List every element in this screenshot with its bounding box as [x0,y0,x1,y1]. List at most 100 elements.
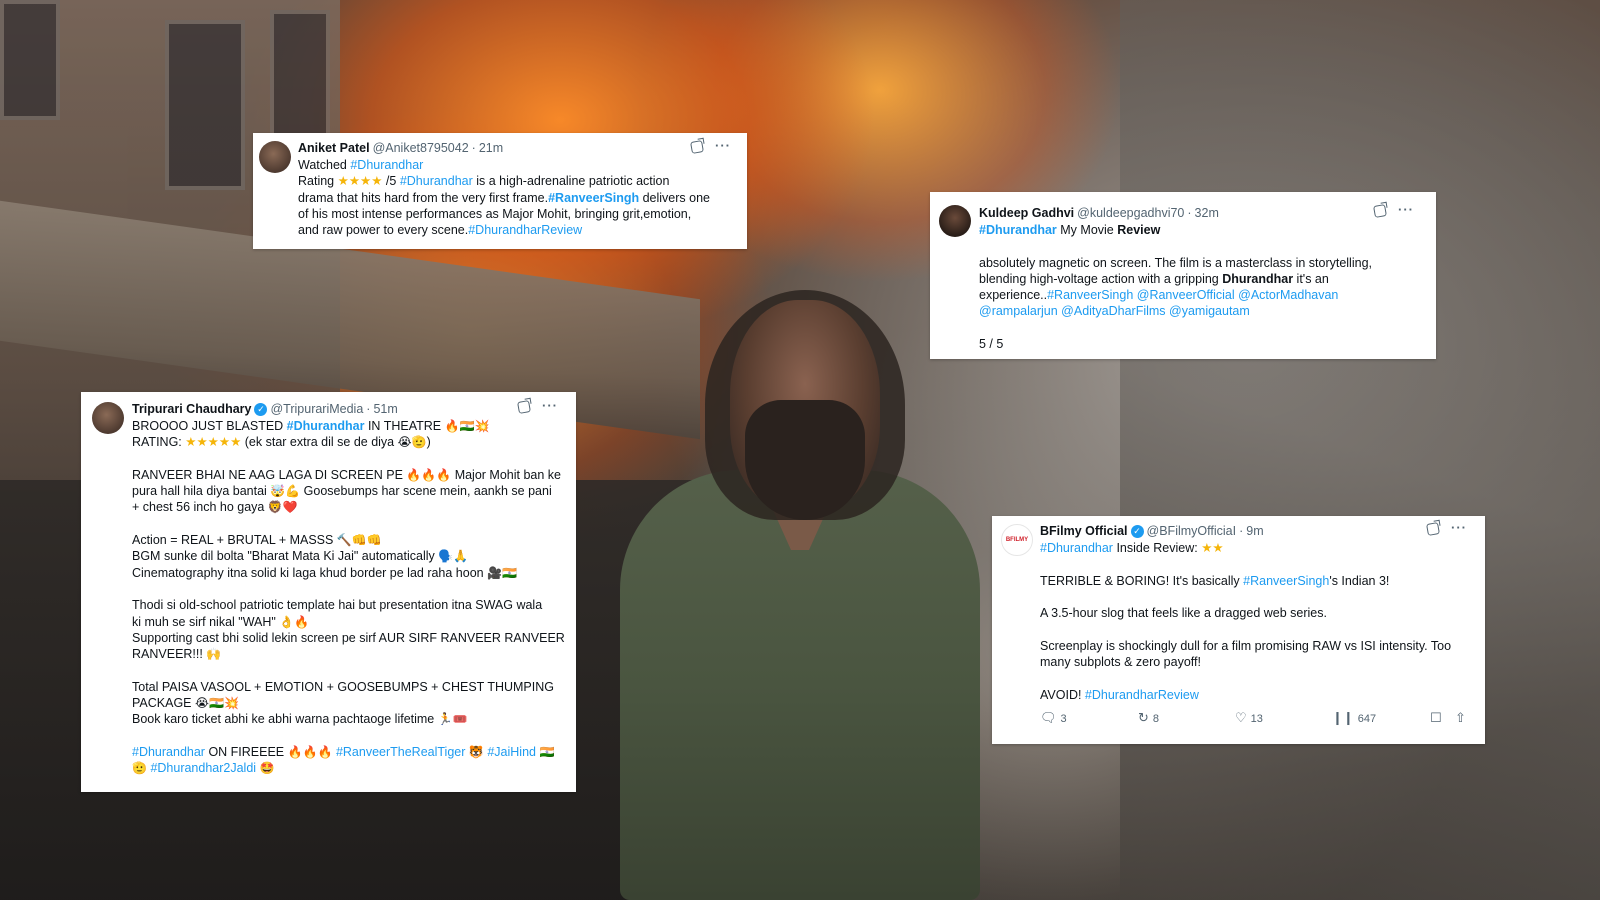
tweet-text: ki muh se sirf nikal "WAH" [132,614,280,629]
author-name[interactable]: Kuldeep Gadhvi [979,205,1074,221]
tweet-body: Watched #Dhurandhar Rating ★★★★ /5 #Dhur… [298,157,738,238]
tweet-card-bfilmy[interactable]: BFILMY BFilmy Official ✓ @BFilmyOfficiaI… [992,516,1485,744]
hashtag-link[interactable]: #Dhurandhar [287,419,365,433]
author-name[interactable]: Aniket Patel [298,140,370,156]
tweet-text: it's an [1293,271,1329,286]
hashtag-link[interactable]: #Dhurandhar2Jaldi [150,761,256,775]
tweet-body: BROOOO JUST BLASTED #Dhurandhar IN THEAT… [132,418,572,777]
like-button[interactable]: ♡ 13 [1235,711,1263,727]
hashtag-link[interactable]: #DhurandharReview [1085,688,1199,702]
emoji: 🗣️🙏 [438,549,469,564]
share-button[interactable]: ⇧ [1455,711,1466,727]
hashtag-link[interactable]: #Dhurandhar [132,745,205,759]
emoji: 🫡 [132,761,147,776]
tweet-text-bold: Dhurandhar [1222,271,1294,286]
hashtag-link[interactable]: #RanveerSingh [1243,574,1329,588]
tweet-text: Supporting cast bhi solid lekin screen p… [132,630,565,645]
hashtag-link[interactable]: #Dhurandhar [400,174,473,188]
tweet-header-actions: ··· [517,399,558,414]
tweet-body: #Dhurandhar My Movie Review absolutely m… [979,222,1429,352]
tweet-text: Screenplay is shockingly dull for a film… [1040,638,1452,653]
emoji: 🐯 [468,744,484,759]
author-handle[interactable]: @TripurariMedia [270,401,363,417]
timestamp[interactable]: 21m [479,140,503,156]
tweet-text: of his most intense performances as Majo… [298,206,692,221]
timestamp[interactable]: 32m [1195,205,1219,221]
emoji: 😭🇮🇳💥 [194,696,239,711]
verified-badge-icon: ✓ [254,402,268,416]
author-name[interactable]: BFilmy Official [1040,523,1128,539]
man-beard [745,400,865,520]
emoji: 🤯💪 [270,484,301,499]
emoji: 🔨👊👊 [336,533,382,548]
tweet-text: RANVEER BHAI NE AAG LAGA DI SCREEN PE [132,467,407,482]
hashtag-link[interactable]: #RanveerTheRealTiger [336,745,465,759]
grok-icon[interactable] [690,140,704,154]
hashtag-link[interactable]: #Dhurandhar [350,158,423,172]
emoji: 🔥🔥🔥 [287,744,333,759]
tweet-header: Aniket Patel @Aniket8795042 · 21m [298,140,503,156]
tweet-text: pura hall hila diya bantai [132,484,271,499]
author-name[interactable]: Tripurari Chaudhary [132,401,251,417]
author-handle[interactable]: @kuldeepgadhvi70 [1077,205,1184,221]
grok-icon[interactable] [1426,522,1440,536]
mention-links[interactable]: #RanveerSingh @RanveerOfficial @ActorMad… [1047,288,1338,302]
tweet-header-actions: ··· [1373,203,1414,218]
tweet-text: blending high-voltage action with a grip… [979,271,1223,286]
avatar[interactable] [939,205,971,237]
hashtag-link[interactable]: #Dhurandhar [1040,541,1113,555]
share-icon: ⇧ [1455,710,1466,726]
hashtag-link[interactable]: #JaiHind [487,745,536,759]
rating-text: 5 / 5 [979,337,1004,352]
more-options-icon[interactable]: ··· [542,399,558,413]
bookmark-button[interactable]: ☐ [1430,711,1442,727]
avatar[interactable]: BFILMY [1001,524,1033,556]
tweet-header: BFilmy Official ✓ @BFilmyOfficiaI · 9m [1040,523,1264,539]
views-button[interactable]: ❙❙ 647 [1332,711,1376,727]
view-count: 647 [1357,712,1377,725]
hashtag-link[interactable]: #DhurandharReview [468,223,582,237]
tweet-text: RANVEER!!! [132,647,207,662]
avatar[interactable] [259,141,291,173]
tweet-text: experience.. [979,288,1048,303]
author-handle[interactable]: @BFilmyOfficiaI [1147,523,1237,539]
emoji: 🔥🇮🇳💥 [444,419,490,433]
tweet-card-kuldeep[interactable]: Kuldeep Gadhvi @kuldeepgadhvi70 · 32m ··… [930,192,1436,359]
hashtag-link[interactable]: #Dhurandhar [979,223,1057,237]
repost-button[interactable]: ↻ 8 [1138,711,1159,727]
avatar[interactable] [92,402,124,434]
mention-links[interactable]: @rampalarjun @AdityaDharFilms @yamigauta… [979,303,1429,319]
tweet-text: Rating [298,174,338,189]
separator-dot: · [471,141,476,155]
emoji: 🎥🇮🇳 [487,565,517,580]
tweet-text: + chest 56 inch ho gaya [132,500,268,515]
tweet-header: Kuldeep Gadhvi @kuldeepgadhvi70 · 32m [979,205,1219,221]
tweet-text: and raw power to every scene. [298,223,469,238]
more-options-icon[interactable]: ··· [1451,521,1467,535]
hashtag-link[interactable]: #RanveerSingh [548,191,639,205]
tweet-text: Inside Review: [1112,541,1202,555]
author-handle[interactable]: @Aniket8795042 [373,140,469,156]
reply-button[interactable]: 🗨 3 [1040,711,1067,727]
grok-icon[interactable] [1373,204,1387,218]
timestamp[interactable]: 51m [373,401,397,417]
timestamp[interactable]: 9m [1246,523,1263,539]
window [165,20,245,190]
window [0,0,60,120]
tweet-text: Goosebumps har scene mein, aankh se pani [300,484,552,499]
more-options-icon[interactable]: ··· [715,139,731,153]
tweet-card-tripurari[interactable]: Tripurari Chaudhary ✓ @TripurariMedia · … [81,392,576,792]
more-options-icon[interactable]: ··· [1398,203,1414,217]
repost-icon: ↻ [1138,710,1149,726]
grok-icon[interactable] [517,400,531,414]
tweet-text: Total PAISA VASOOL + EMOTION + GOOSEBUMP… [132,679,554,694]
reply-count: 3 [1060,712,1067,725]
tweet-header-actions: ··· [690,139,731,154]
tweet-header: Tripurari Chaudhary ✓ @TripurariMedia · … [132,401,398,417]
tweet-card-aniket[interactable]: Aniket Patel @Aniket8795042 · 21m ··· Wa… [253,133,747,249]
